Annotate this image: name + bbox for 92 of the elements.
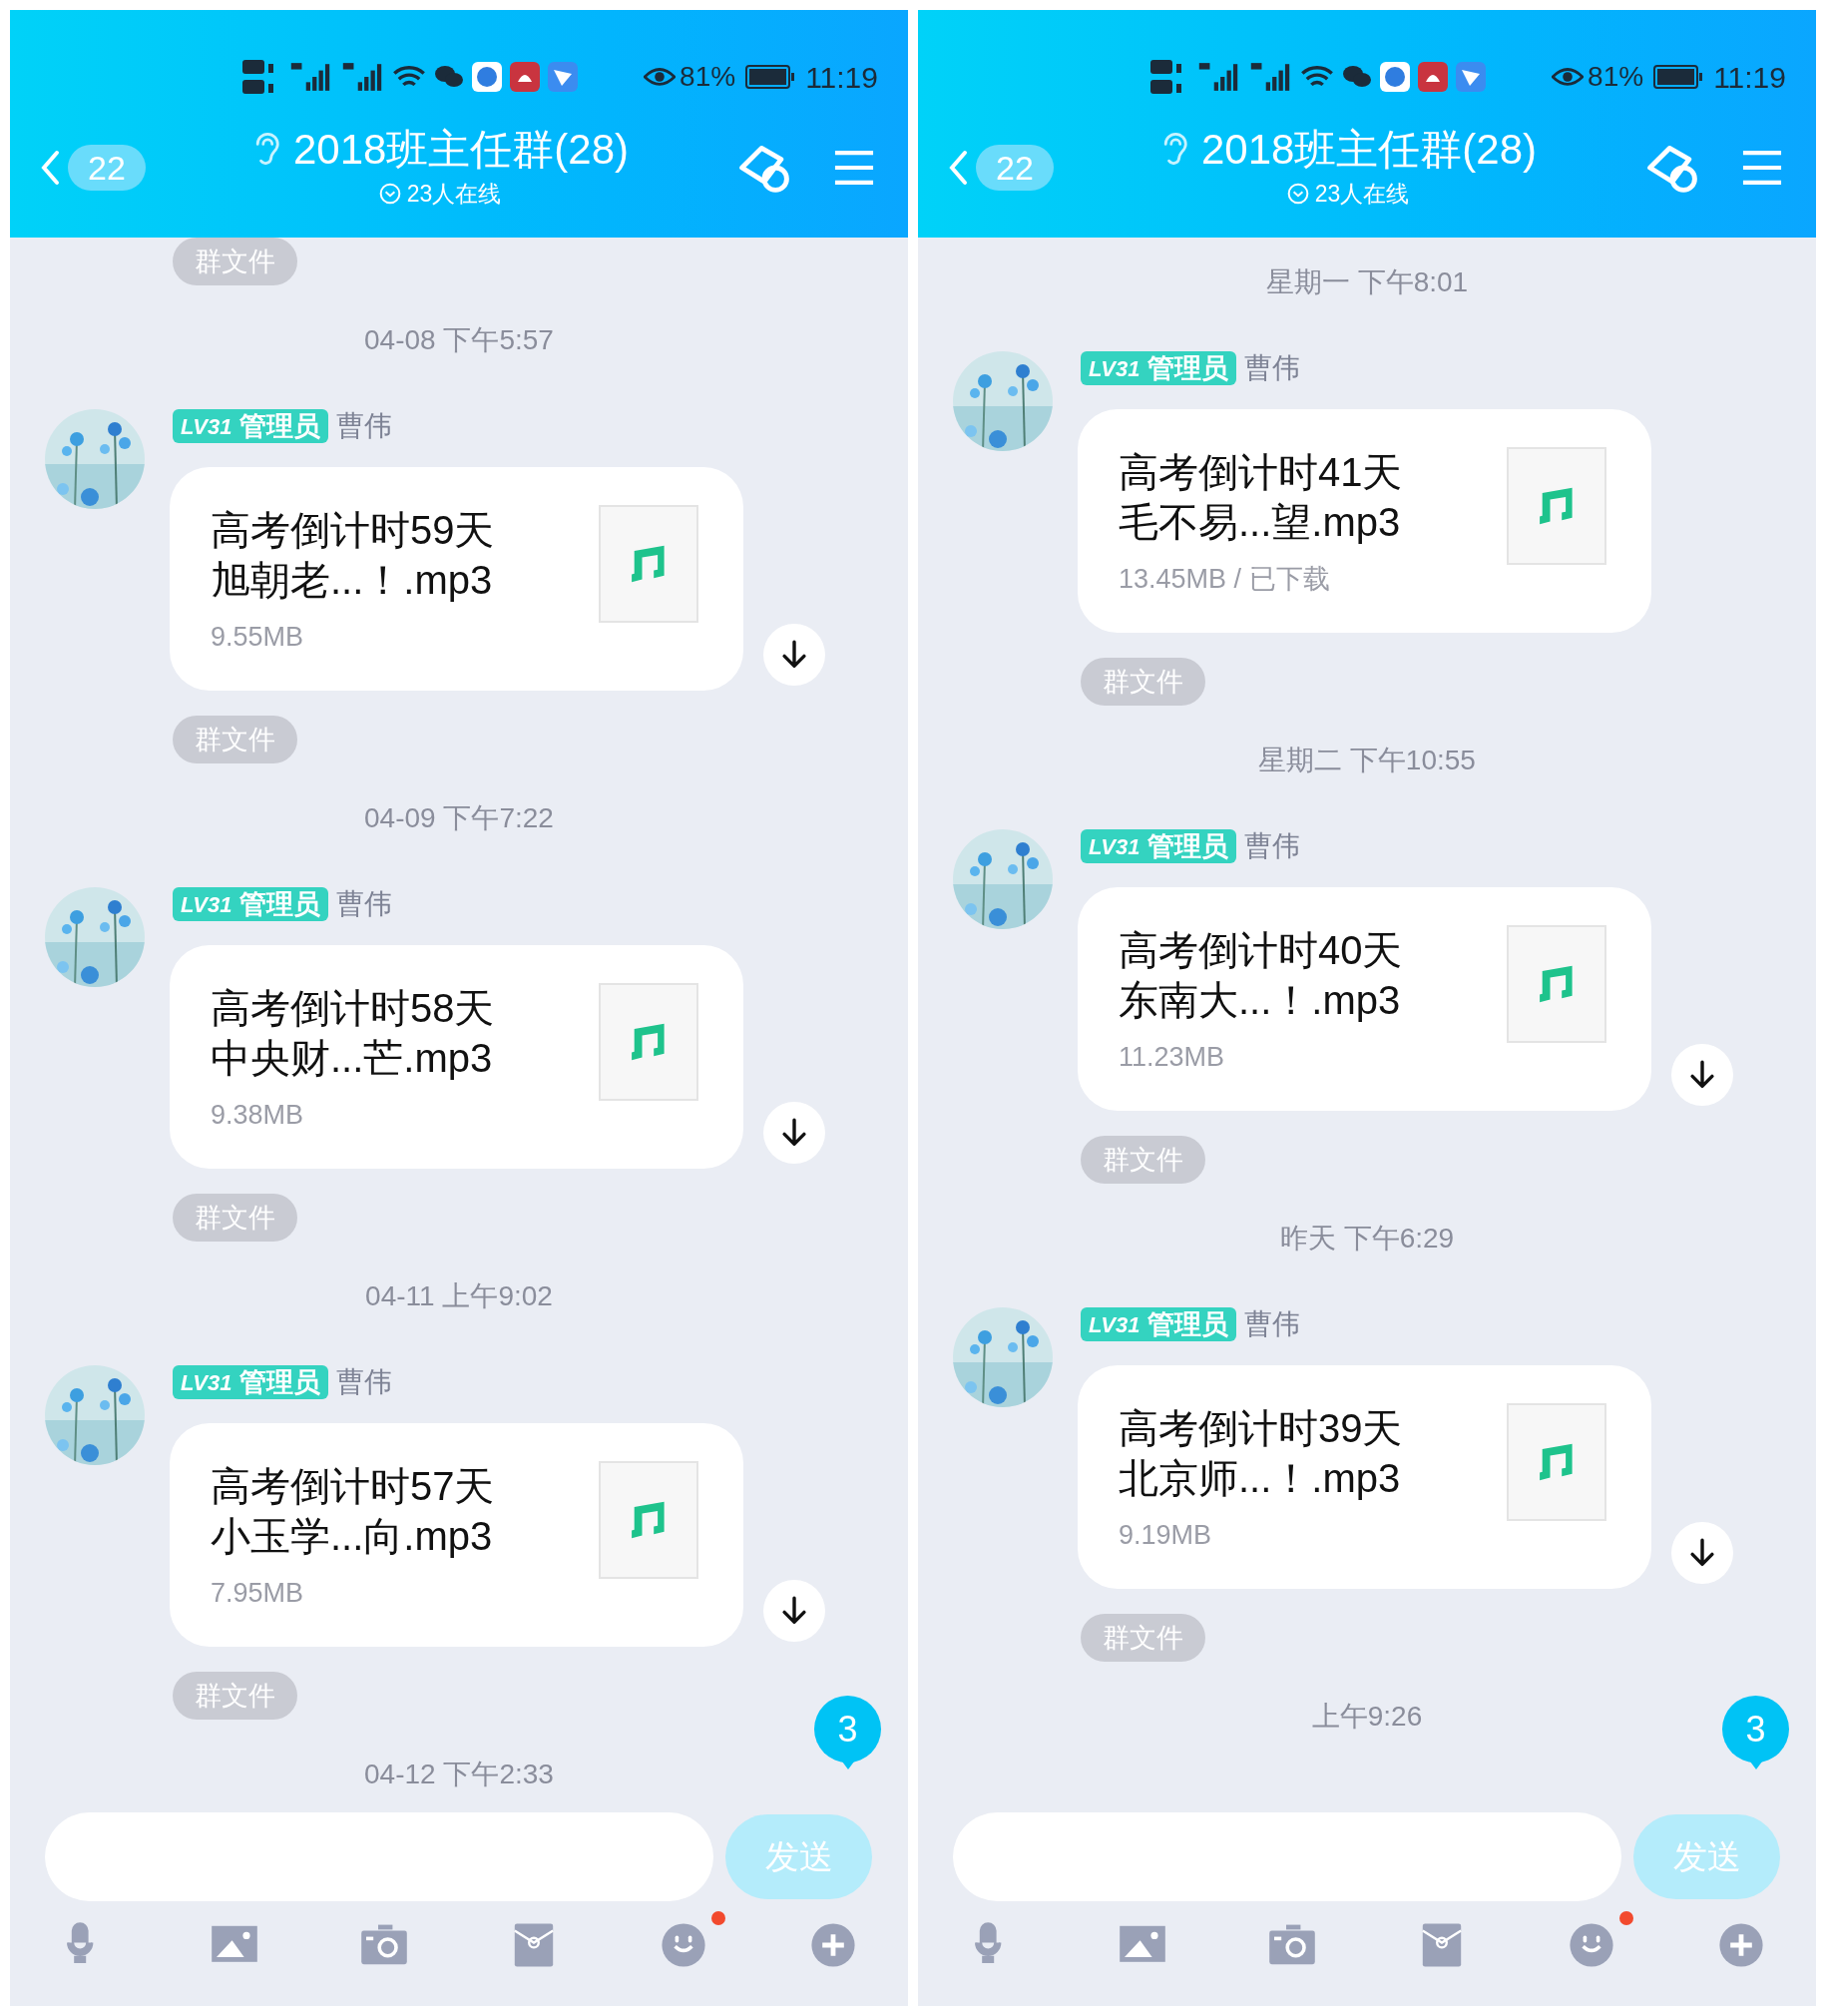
eye-icon bbox=[1552, 66, 1585, 88]
file-size: 13.45MB / 已下载 bbox=[1119, 563, 1331, 596]
file-bubble[interactable]: 高考倒计时41天 毛不易...望.mp3 13.45MB / 已下载 bbox=[1078, 409, 1651, 633]
timestamp: 04-09 下午7:22 bbox=[364, 801, 554, 835]
group-title: 2018班主任群(28) bbox=[292, 124, 630, 175]
battery-percent: 81% bbox=[1588, 60, 1644, 94]
battery-icon bbox=[745, 65, 796, 89]
file-name: 东南大...！.mp3 bbox=[1119, 977, 1402, 1024]
timestamp: 星期一 下午8:01 bbox=[1265, 265, 1469, 299]
bubble-tail bbox=[1749, 1762, 1762, 1769]
file-size: 9.38MB bbox=[211, 1099, 305, 1132]
music-file-icon bbox=[1507, 925, 1606, 1043]
back-button[interactable] bbox=[948, 150, 968, 186]
timestamp: 04-11 上午9:02 bbox=[365, 1279, 553, 1313]
online-count: 23人在线 bbox=[406, 179, 502, 209]
file-name: 高考倒计时41天 bbox=[1119, 449, 1404, 496]
sender-name: 曹伟 bbox=[336, 887, 393, 921]
plus-circle-icon[interactable] bbox=[809, 1921, 857, 1969]
sender-name: 曹伟 bbox=[1244, 829, 1301, 863]
signal-icon bbox=[340, 61, 384, 93]
battery-percent: 81% bbox=[680, 60, 736, 94]
online-count: 23人在线 bbox=[1314, 179, 1410, 209]
music-file-icon bbox=[1507, 447, 1606, 565]
bubble-tail bbox=[841, 1762, 854, 1769]
timestamp: 上午9:26 bbox=[1311, 1700, 1423, 1734]
browser-app-icon bbox=[1380, 62, 1410, 92]
level-text: LV31 bbox=[1089, 832, 1141, 861]
unread-count-pill: 22 bbox=[68, 145, 146, 191]
file-size: 7.95MB bbox=[211, 1577, 305, 1610]
browser-app-icon bbox=[472, 62, 502, 92]
file-name: 高考倒计时39天 bbox=[1119, 1405, 1404, 1452]
file-name: 高考倒计时59天 bbox=[211, 507, 496, 554]
file-bubble[interactable]: 高考倒计时57天 小玉学...向.mp3 7.95MB bbox=[170, 1423, 743, 1647]
file-bubble[interactable]: 高考倒计时58天 中央财...芒.mp3 9.38MB bbox=[170, 945, 743, 1169]
music-file-icon bbox=[599, 1461, 698, 1579]
level-text: LV31 bbox=[181, 1368, 232, 1397]
back-button[interactable] bbox=[40, 150, 60, 186]
eye-icon bbox=[644, 66, 677, 88]
file-name: 小玉学...向.mp3 bbox=[211, 1513, 494, 1560]
sender-name: 曹伟 bbox=[1244, 351, 1301, 385]
timestamp: 星期二 下午10:55 bbox=[1258, 744, 1476, 777]
sender-name: 曹伟 bbox=[336, 409, 393, 443]
file-name: 毛不易...望.mp3 bbox=[1119, 499, 1402, 546]
send-button[interactable]: 发送 bbox=[1633, 1814, 1780, 1899]
role-text: 管理员 bbox=[239, 887, 321, 921]
music-file-icon bbox=[1507, 1403, 1606, 1521]
signal-icon bbox=[1248, 61, 1292, 93]
role-text: 管理员 bbox=[239, 1365, 321, 1399]
signal-icon bbox=[288, 61, 332, 93]
dropdown-circle-icon[interactable] bbox=[378, 183, 401, 205]
timestamp: 昨天 下午6:29 bbox=[1279, 1222, 1455, 1256]
smiley-icon[interactable] bbox=[660, 1921, 707, 1969]
chat-app-icon bbox=[434, 64, 464, 90]
role-text: 管理员 bbox=[1147, 1307, 1229, 1341]
level-text: LV31 bbox=[1089, 354, 1141, 383]
role-text: 管理员 bbox=[1147, 351, 1229, 385]
clock-time: 11:19 bbox=[805, 59, 878, 96]
signal-icon bbox=[1196, 61, 1240, 93]
new-message-bubble[interactable]: 3 bbox=[1722, 1696, 1789, 1763]
file-name: 高考倒计时57天 bbox=[211, 1463, 496, 1510]
role-text: 管理员 bbox=[1147, 829, 1229, 863]
file-size: 9.55MB bbox=[211, 621, 305, 654]
level-text: LV31 bbox=[1089, 1310, 1141, 1339]
file-bubble[interactable]: 高考倒计时39天 北京师...！.mp3 9.19MB bbox=[1078, 1365, 1651, 1589]
file-name: 旭朝老...！.mp3 bbox=[211, 557, 494, 604]
battery-icon bbox=[1653, 65, 1704, 89]
sender-name: 曹伟 bbox=[336, 1365, 393, 1399]
dropdown-circle-icon[interactable] bbox=[1286, 183, 1309, 205]
send-button[interactable]: 发送 bbox=[725, 1814, 872, 1899]
file-bubble[interactable]: 高考倒计时40天 东南大...！.mp3 11.23MB bbox=[1078, 887, 1651, 1111]
file-size: 11.23MB bbox=[1119, 1041, 1226, 1074]
file-name: 北京师...！.mp3 bbox=[1119, 1455, 1402, 1502]
level-text: LV31 bbox=[181, 412, 232, 441]
level-text: LV31 bbox=[181, 890, 232, 919]
group-title: 2018班主任群(28) bbox=[1200, 124, 1538, 175]
file-bubble[interactable]: 高考倒计时59天 旭朝老...！.mp3 9.55MB bbox=[170, 467, 743, 691]
file-name: 高考倒计时58天 bbox=[211, 985, 496, 1032]
timestamp: 04-08 下午5:57 bbox=[364, 323, 554, 357]
plus-circle-icon[interactable] bbox=[1717, 1921, 1765, 1969]
role-text: 管理员 bbox=[239, 409, 321, 443]
chat-app-icon bbox=[1342, 64, 1372, 90]
file-name: 中央财...芒.mp3 bbox=[211, 1035, 494, 1082]
music-file-icon bbox=[599, 983, 698, 1101]
clock-time: 11:19 bbox=[1713, 59, 1786, 96]
timestamp: 04-12 下午2:33 bbox=[364, 1758, 554, 1791]
smiley-icon[interactable] bbox=[1568, 1921, 1615, 1969]
unread-count-pill: 22 bbox=[976, 145, 1054, 191]
sender-name: 曹伟 bbox=[1244, 1307, 1301, 1341]
new-message-bubble[interactable]: 3 bbox=[814, 1696, 881, 1763]
music-file-icon bbox=[599, 505, 698, 623]
file-size: 9.19MB bbox=[1119, 1519, 1213, 1552]
file-name: 高考倒计时40天 bbox=[1119, 927, 1404, 974]
